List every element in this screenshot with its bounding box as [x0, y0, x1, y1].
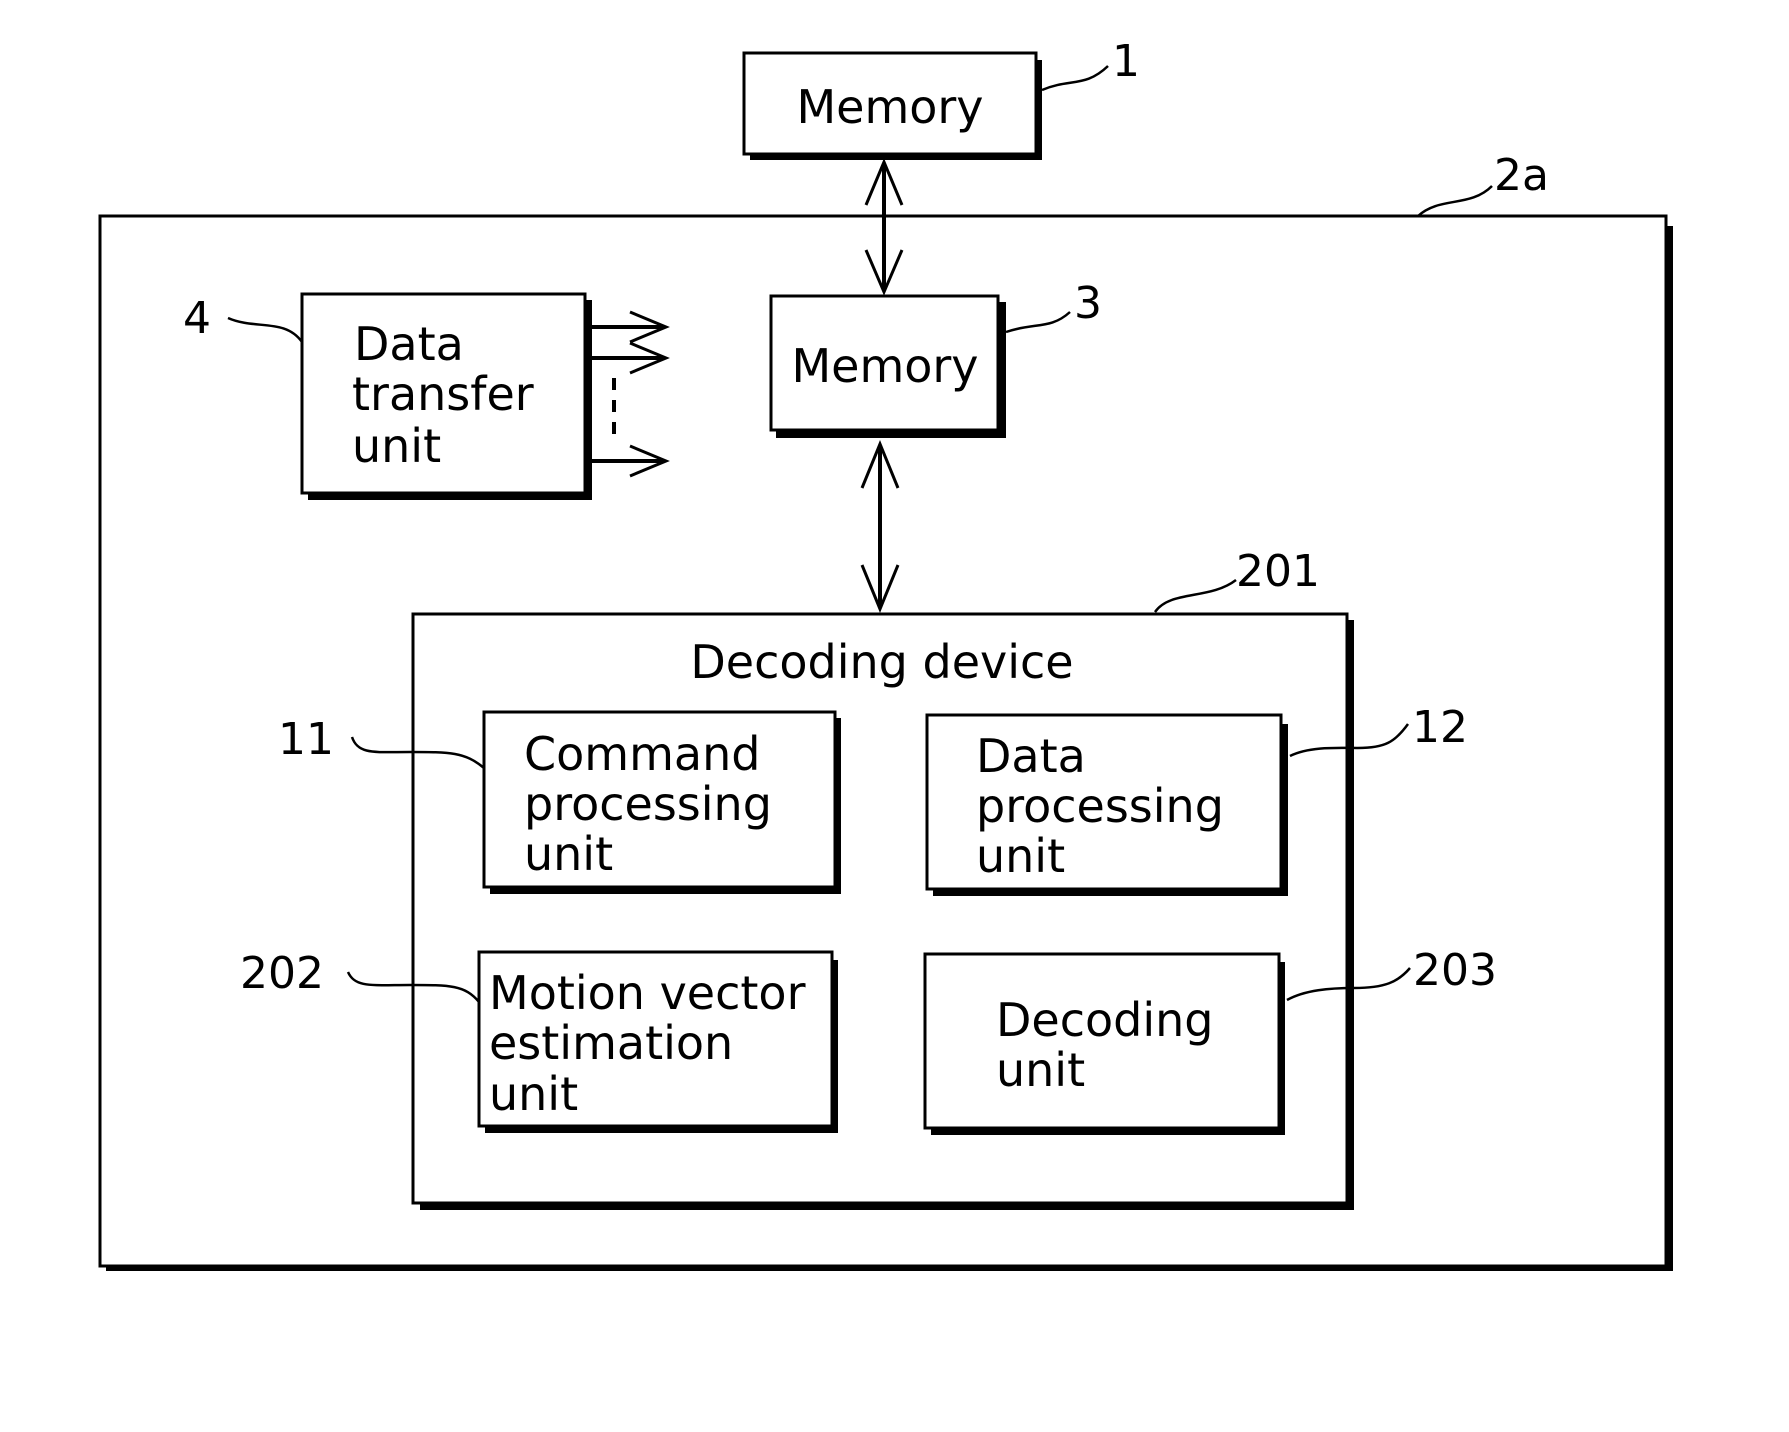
- data-processing-unit-ref-label: 12: [1412, 702, 1468, 753]
- motion-vector-estimation-unit-line-3: unit: [489, 1067, 578, 1121]
- data-transfer-unit-box: Data transfer unit: [300, 292, 592, 500]
- data-transfer-unit-line-1: Data: [354, 317, 464, 371]
- internal-memory-label: Memory: [791, 339, 978, 393]
- system-ref-label: 2a: [1494, 150, 1549, 201]
- data-transfer-unit-line-2: transfer: [352, 367, 534, 421]
- data-transfer-unit-ref-label: 4: [183, 293, 211, 344]
- data-processing-unit-line-3: unit: [976, 829, 1065, 883]
- data-transfer-unit-line-3: unit: [352, 419, 441, 473]
- internal-memory-box: Memory: [769, 294, 1006, 438]
- command-processing-unit-ref-label: 11: [278, 714, 334, 765]
- motion-vector-estimation-unit-box: Motion vector estimation unit: [477, 950, 838, 1133]
- decoding-device-title: Decoding device: [690, 635, 1073, 689]
- system-ref-leader: [1417, 185, 1493, 217]
- external-memory-label: Memory: [796, 80, 983, 134]
- motion-vector-estimation-unit-line-1: Motion vector: [489, 966, 806, 1020]
- data-processing-unit-line-2: processing: [976, 779, 1224, 833]
- block-diagram: 2a Memory 1 Data transfer unit 4 Memory …: [98, 36, 1673, 1271]
- motion-vector-estimation-unit-line-2: estimation: [489, 1016, 733, 1070]
- external-memory-box: Memory: [742, 51, 1042, 160]
- command-processing-unit-line-2: processing: [524, 777, 772, 831]
- motion-vector-estimation-unit-ref-label: 202: [240, 948, 324, 999]
- external-memory-ref-leader: [1041, 65, 1109, 92]
- decoding-unit-ref-label: 203: [1413, 945, 1497, 996]
- command-processing-unit-line-3: unit: [524, 827, 613, 881]
- data-processing-unit-box: Data processing unit: [925, 713, 1288, 896]
- command-processing-unit-line-1: Command: [524, 727, 760, 781]
- decoding-device-ref-label: 201: [1236, 546, 1320, 597]
- decoding-unit-line-2: unit: [996, 1043, 1085, 1097]
- data-processing-unit-line-1: Data: [976, 729, 1086, 783]
- decoding-unit-line-1: Decoding: [996, 993, 1214, 1047]
- decoding-unit-box: Decoding unit: [923, 952, 1285, 1135]
- external-memory-ref-label: 1: [1112, 36, 1140, 87]
- command-processing-unit-box: Command processing unit: [482, 710, 841, 894]
- internal-memory-ref-label: 3: [1074, 278, 1102, 329]
